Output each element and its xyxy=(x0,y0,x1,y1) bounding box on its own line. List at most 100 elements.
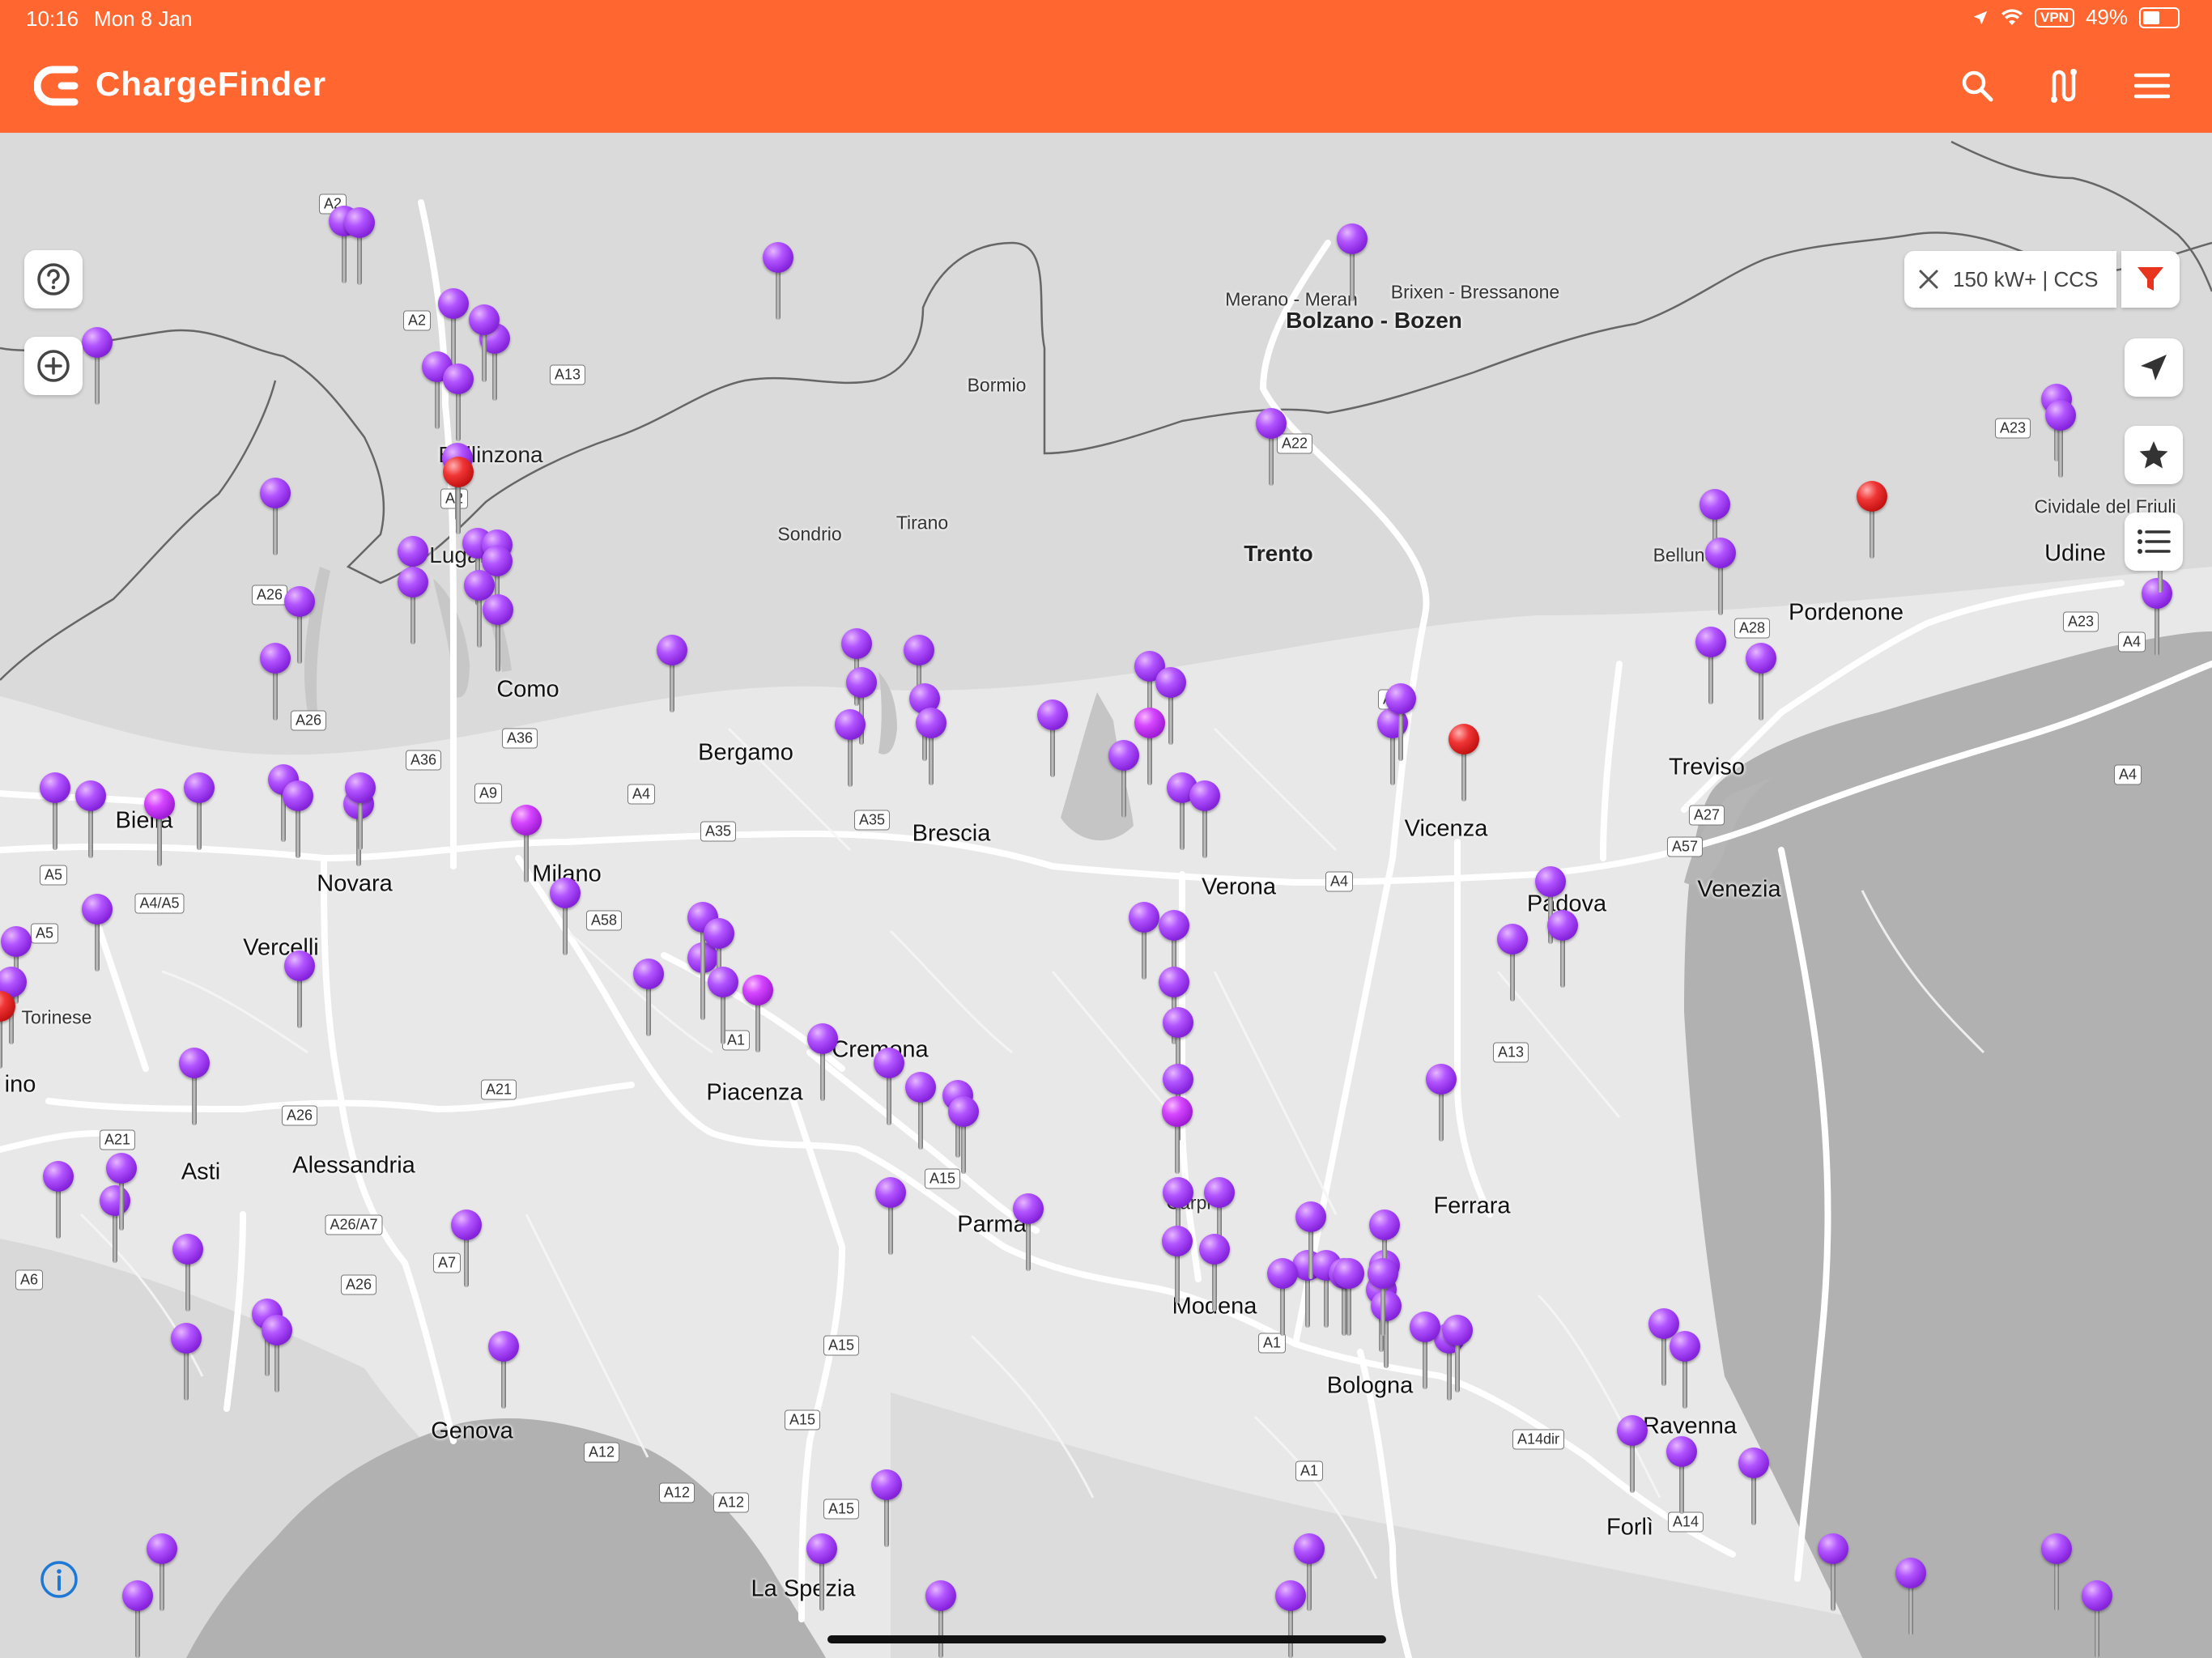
charging-station-pin[interactable] xyxy=(1448,724,1480,801)
charging-station-pin[interactable] xyxy=(2081,1580,2113,1658)
filter-button[interactable] xyxy=(2121,251,2180,308)
pin-head xyxy=(483,594,513,625)
charging-station-pin[interactable] xyxy=(442,457,474,534)
charging-station-pin[interactable] xyxy=(283,950,316,1028)
search-button[interactable] xyxy=(1953,62,2001,110)
zoom-in-button[interactable] xyxy=(24,337,83,395)
charging-station-pin[interactable] xyxy=(874,1177,907,1255)
favorites-button[interactable] xyxy=(2125,426,2183,484)
pin-head xyxy=(179,1048,210,1078)
menu-button[interactable] xyxy=(2128,62,2176,110)
charging-station-pin[interactable] xyxy=(1695,627,1727,704)
charging-station-pin[interactable] xyxy=(42,1161,74,1239)
road-shield: A9 xyxy=(474,783,503,804)
charging-station-pin[interactable] xyxy=(183,772,215,850)
charging-station-pin[interactable] xyxy=(806,1023,839,1101)
road-shield: A12 xyxy=(713,1492,750,1513)
charging-station-pin[interactable] xyxy=(344,772,376,850)
charging-station-pin[interactable] xyxy=(0,991,16,1069)
charging-station-pin[interactable] xyxy=(1161,1226,1193,1303)
road-shield: A4 xyxy=(627,784,656,805)
charging-station-pin[interactable] xyxy=(1128,902,1160,980)
charging-station-pin[interactable] xyxy=(397,567,429,644)
charging-station-pin[interactable] xyxy=(1036,699,1069,777)
clear-filter-button[interactable] xyxy=(1904,269,1953,290)
charging-station-pin[interactable] xyxy=(1616,1415,1648,1493)
charging-station-pin[interactable] xyxy=(870,1469,903,1547)
charging-station-pin[interactable] xyxy=(1134,708,1166,785)
pin-head xyxy=(807,1023,838,1054)
charging-station-pin[interactable] xyxy=(81,327,113,405)
charging-station-pin[interactable] xyxy=(1255,408,1287,486)
charging-station-pin[interactable] xyxy=(806,1533,838,1611)
charging-station-pin[interactable] xyxy=(1704,538,1737,615)
help-button[interactable] xyxy=(24,250,83,308)
charging-station-pin[interactable] xyxy=(1295,1201,1327,1279)
charging-station-pin[interactable] xyxy=(1669,1331,1701,1409)
charging-station-pin[interactable] xyxy=(74,780,107,858)
pin-head xyxy=(1189,780,1220,811)
map-info-button[interactable] xyxy=(39,1559,79,1600)
charging-station-pin[interactable] xyxy=(170,1323,202,1401)
charging-station-pin[interactable] xyxy=(482,594,514,672)
active-filter-chip[interactable]: 150 kW+ | CCS xyxy=(1904,251,2116,308)
charging-station-pin[interactable] xyxy=(1266,1258,1299,1336)
charging-station-pin[interactable] xyxy=(904,1072,937,1150)
charging-station-pin[interactable] xyxy=(873,1048,905,1125)
charging-station-pin[interactable] xyxy=(487,1331,520,1409)
charging-station-pin[interactable] xyxy=(1817,1533,1849,1611)
charging-station-pin[interactable] xyxy=(707,967,739,1044)
charging-station-pin[interactable] xyxy=(742,975,774,1052)
charging-station-pin[interactable] xyxy=(343,207,376,285)
map-view[interactable]: Bolzano - Bozen Trento Milano Bergamo Br… xyxy=(0,133,2212,1658)
charging-station-pin[interactable] xyxy=(1012,1193,1044,1271)
charging-station-pin[interactable] xyxy=(1274,1580,1307,1658)
charging-station-pin[interactable] xyxy=(1745,643,1777,721)
charging-station-pin[interactable] xyxy=(549,878,581,955)
charging-station-pin[interactable] xyxy=(39,772,71,850)
charging-station-pin[interactable] xyxy=(632,959,665,1036)
charging-station-pin[interactable] xyxy=(1546,910,1579,988)
charging-station-pin[interactable] xyxy=(834,709,866,787)
list-view-button[interactable] xyxy=(2125,512,2183,571)
charging-station-pin[interactable] xyxy=(1665,1436,1698,1514)
charging-station-pin[interactable] xyxy=(510,805,542,882)
charging-station-pin[interactable] xyxy=(259,643,291,721)
charging-station-pin[interactable] xyxy=(1367,1258,1399,1336)
charging-station-pin[interactable] xyxy=(442,363,474,441)
charging-station-pin[interactable] xyxy=(105,1153,138,1231)
charging-station-pin[interactable] xyxy=(2044,400,2077,478)
charging-station-pin[interactable] xyxy=(81,894,113,971)
charging-station-pin[interactable] xyxy=(1409,1312,1441,1389)
charging-station-pin[interactable] xyxy=(1895,1558,1927,1635)
charging-station-pin[interactable] xyxy=(1425,1064,1457,1141)
charging-station-pin[interactable] xyxy=(1738,1448,1770,1525)
charging-station-pin[interactable] xyxy=(1336,223,1368,301)
route-planner-button[interactable] xyxy=(2040,62,2089,110)
charging-station-pin[interactable] xyxy=(1441,1315,1474,1392)
charging-station-pin[interactable] xyxy=(2040,1533,2073,1611)
locate-me-button[interactable] xyxy=(2125,338,2183,397)
charging-station-pin[interactable] xyxy=(261,1315,293,1392)
charging-station-pin[interactable] xyxy=(1333,1258,1365,1336)
pin-head xyxy=(905,1072,936,1103)
charging-station-pin[interactable] xyxy=(1496,924,1529,1001)
pin-stem xyxy=(1679,1460,1684,1514)
charging-station-pin[interactable] xyxy=(282,780,314,858)
charging-station-pin[interactable] xyxy=(925,1580,957,1658)
charging-station-pin[interactable] xyxy=(143,789,176,866)
charging-station-pin[interactable] xyxy=(121,1580,154,1658)
charging-station-pin[interactable] xyxy=(178,1048,211,1125)
charging-station-pin[interactable] xyxy=(762,242,794,320)
charging-station-pin[interactable] xyxy=(656,635,688,712)
charging-station-pin[interactable] xyxy=(1385,683,1417,761)
charging-station-pin[interactable] xyxy=(1161,1096,1193,1174)
charging-station-pin[interactable] xyxy=(1856,481,1888,559)
charging-station-pin[interactable] xyxy=(172,1234,204,1312)
charging-station-pin[interactable] xyxy=(259,478,291,555)
charging-station-pin[interactable] xyxy=(1198,1234,1231,1312)
charging-station-pin[interactable] xyxy=(1189,780,1221,858)
charging-station-pin[interactable] xyxy=(947,1096,980,1174)
charging-station-pin[interactable] xyxy=(915,708,947,785)
charging-station-pin[interactable] xyxy=(450,1209,483,1287)
